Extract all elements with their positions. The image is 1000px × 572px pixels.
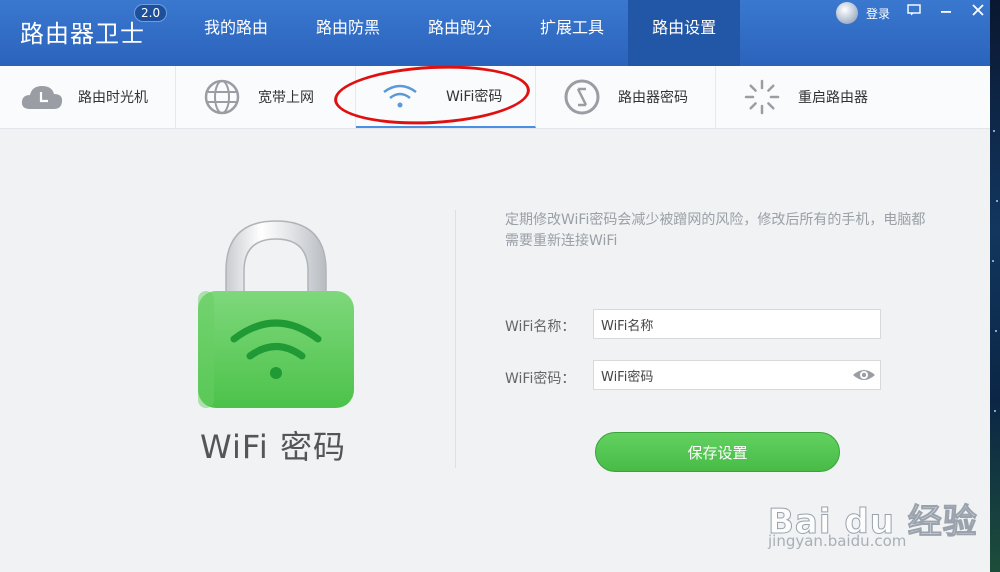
nav-extension-tools[interactable]: 扩展工具	[516, 0, 628, 66]
version-badge: 2.0	[134, 4, 168, 22]
wifi-name-input[interactable]	[593, 309, 881, 339]
lock-circle-icon	[560, 77, 604, 117]
cloud-clock-icon	[20, 77, 64, 117]
nav-router-benchmark[interactable]: 路由跑分	[404, 0, 516, 66]
wifi-password-label: WiFi密码：	[505, 371, 576, 387]
close-icon[interactable]	[969, 4, 987, 20]
hero-title: WiFi 密码	[200, 428, 346, 466]
nav-my-router[interactable]: 我的路由	[180, 0, 292, 66]
main-nav: 我的路由 路由防黑 路由跑分 扩展工具 路由设置	[180, 0, 741, 66]
window-controls	[905, 4, 987, 20]
feedback-icon[interactable]	[905, 4, 923, 20]
globe-icon	[200, 77, 244, 117]
padlock-wifi-icon	[196, 215, 358, 415]
tab-label: 重启路由器	[798, 90, 868, 106]
nav-router-settings[interactable]: 路由设置	[628, 0, 741, 66]
avatar-icon	[836, 2, 858, 24]
login-label[interactable]: 登录	[866, 5, 890, 22]
tab-label: 路由时光机	[78, 90, 148, 106]
tab-label: 宽带上网	[258, 90, 314, 106]
wifi-password-input[interactable]	[593, 360, 881, 390]
show-password-eye-icon[interactable]	[852, 367, 876, 383]
desktop-background-edge	[990, 0, 1000, 572]
router-guard-window: 路由器卫士 2.0 我的路由 路由防黑 路由跑分 扩展工具 路由设置 登录 路由…	[0, 0, 990, 572]
save-settings-button[interactable]: 保存设置	[595, 432, 840, 472]
login-area[interactable]: 登录	[836, 2, 890, 24]
tab-label: 路由器密码	[618, 90, 688, 106]
minimize-icon[interactable]	[937, 4, 955, 20]
vertical-divider	[455, 210, 456, 468]
app-title: 路由器卫士	[20, 20, 145, 48]
nav-router-antihack[interactable]: 路由防黑	[292, 0, 404, 66]
watermark-url: jingyan.baidu.com	[768, 532, 907, 550]
title-bar: 路由器卫士 2.0 我的路由 路由防黑 路由跑分 扩展工具 路由设置 登录	[0, 0, 990, 66]
notice-text: 定期修改WiFi密码会减少被蹭网的风险，修改后所有的手机，电脑都需要重新连接Wi…	[505, 212, 926, 249]
tab-broadband[interactable]: 宽带上网	[176, 66, 356, 128]
tab-router-password[interactable]: 路由器密码	[536, 66, 716, 128]
tab-router-timemachine[interactable]: 路由时光机	[0, 66, 176, 128]
spinner-icon	[740, 77, 784, 117]
tab-reboot-router[interactable]: 重启路由器	[716, 66, 916, 128]
wifi-name-label: WiFi名称：	[505, 319, 576, 335]
